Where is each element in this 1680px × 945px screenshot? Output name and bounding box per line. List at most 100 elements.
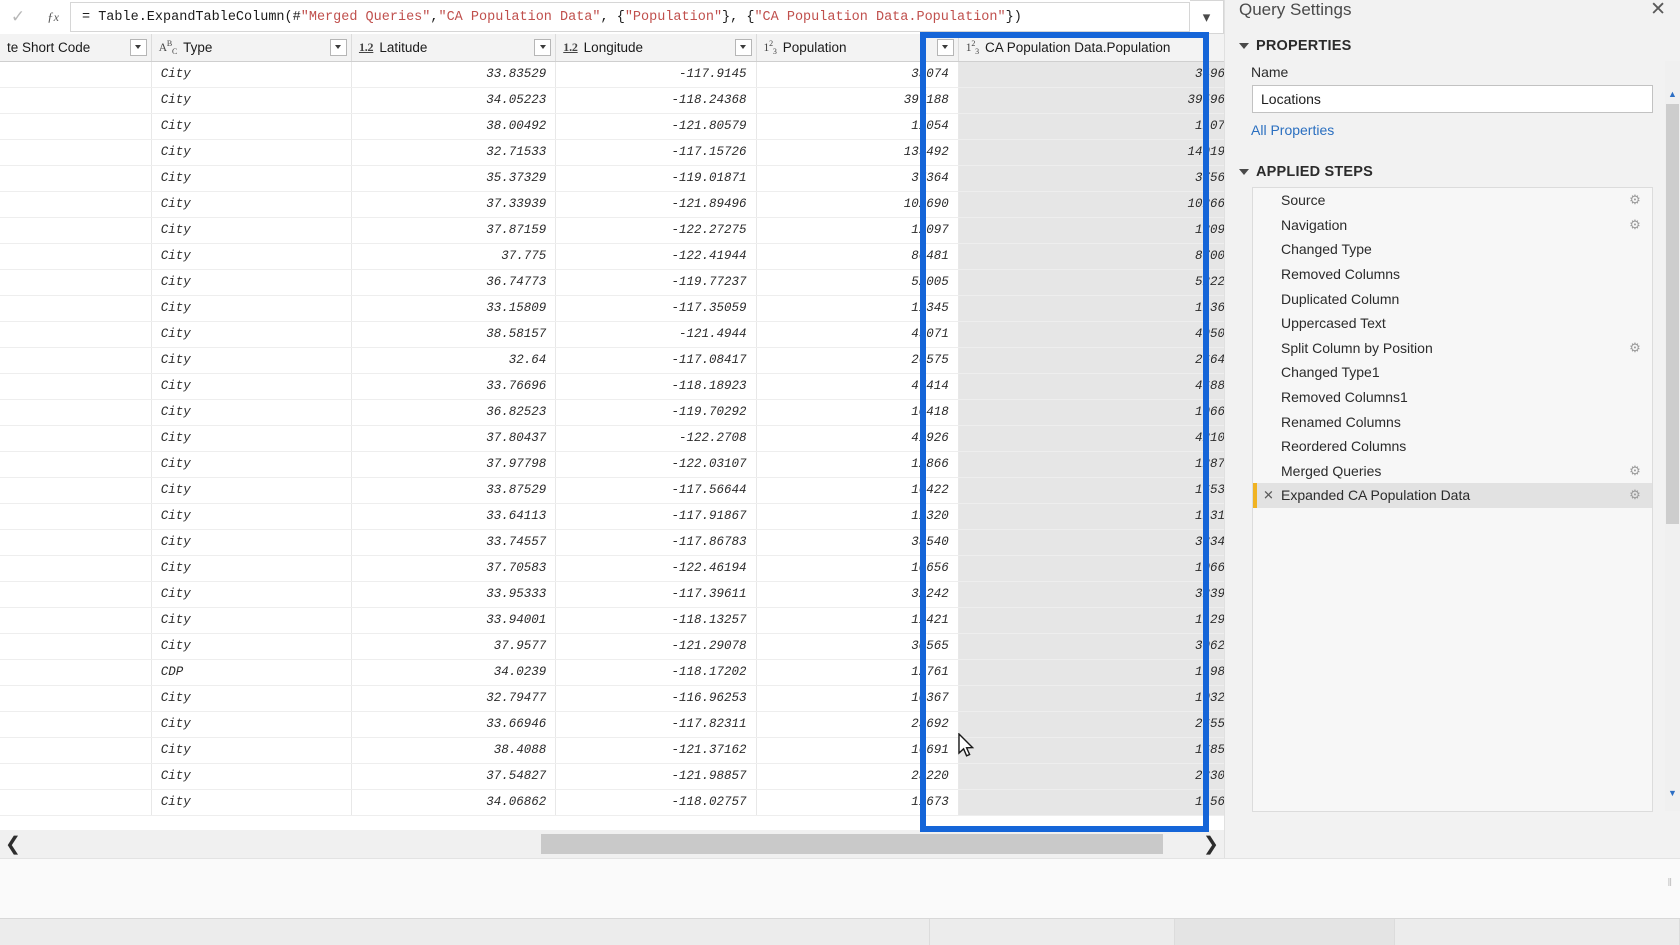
table-row[interactable]: City32.64-117.0841726575266468	[0, 347, 1224, 374]
column-header-capop[interactable]: 123 CA Population Data.Population	[958, 34, 1224, 62]
cell-pop[interactable]: 30565	[756, 633, 959, 660]
cell-pop[interactable]: 11673	[756, 789, 959, 816]
cell-type[interactable]: City	[151, 711, 352, 738]
cell-capop[interactable]: 119827	[958, 659, 1224, 686]
cell-pop[interactable]: 10367	[756, 685, 959, 712]
table-row[interactable]: City37.80437-122.270841926421042	[0, 425, 1224, 452]
cell-lat[interactable]: 33.87529	[351, 477, 557, 504]
cell-short[interactable]	[0, 711, 152, 738]
cell-lng[interactable]: -117.86783	[555, 529, 757, 556]
gear-icon[interactable]: ⚙	[1628, 488, 1642, 502]
cell-pop[interactable]: 26575	[756, 347, 959, 374]
chevron-down-icon[interactable]: ▼	[1665, 785, 1680, 801]
cell-capop[interactable]: 1026658	[958, 191, 1224, 218]
cell-type[interactable]: City	[151, 685, 352, 712]
column-filter-dropdown-icon[interactable]	[534, 38, 552, 56]
cell-pop[interactable]: 49071	[756, 321, 959, 348]
chevron-up-icon[interactable]: ▲	[1665, 86, 1680, 102]
column-header-lng[interactable]: 1.2 Longitude	[555, 34, 757, 62]
column-header-lat[interactable]: 1.2 Latitude	[351, 34, 557, 62]
vertical-scrollbar-thumb[interactable]	[1666, 104, 1679, 524]
column-header-type[interactable]: ABC Type	[151, 34, 352, 62]
cell-short[interactable]	[0, 529, 152, 556]
cell-lng[interactable]: -116.96253	[555, 685, 757, 712]
cell-capop[interactable]: 333499	[958, 529, 1224, 556]
table-row[interactable]: City38.4088-121.3716216691168503	[0, 737, 1224, 764]
cell-type[interactable]: City	[151, 399, 352, 426]
cell-lng[interactable]: -118.18923	[555, 373, 757, 400]
cell-capop[interactable]: 266468	[958, 347, 1224, 374]
cell-lat[interactable]: 32.64	[351, 347, 557, 374]
cell-capop[interactable]: 265502	[958, 711, 1224, 738]
table-row[interactable]: City33.64113-117.9186711320113198	[0, 503, 1224, 530]
column-filter-dropdown-icon[interactable]	[129, 38, 147, 56]
cell-short[interactable]	[0, 503, 152, 530]
cell-capop[interactable]: 1401932	[958, 139, 1224, 166]
table-row[interactable]: City33.94001-118.1325711421112901	[0, 607, 1224, 634]
delete-step-x-icon[interactable]: ✕	[1263, 489, 1274, 502]
cell-lat[interactable]: 33.74557	[351, 529, 557, 556]
cell-pop[interactable]: 41926	[756, 425, 959, 452]
query-name-input[interactable]: Locations	[1252, 85, 1653, 113]
cell-capop[interactable]: 115669	[958, 789, 1224, 816]
cell-capop[interactable]: 120926	[958, 217, 1224, 244]
table-row[interactable]: City37.87159-122.2727512097120926	[0, 217, 1224, 244]
cell-type[interactable]: City	[151, 503, 352, 530]
cell-pop[interactable]: 10418	[756, 399, 959, 426]
cell-pop[interactable]: 11320	[756, 503, 959, 530]
cell-pop[interactable]: 102690	[756, 191, 959, 218]
cell-type[interactable]: City	[151, 737, 352, 764]
cell-capop[interactable]: 306283	[958, 633, 1224, 660]
cell-type[interactable]: City	[151, 529, 352, 556]
cell-pop[interactable]: 11054	[756, 113, 959, 140]
cell-capop[interactable]: 113670	[958, 295, 1224, 322]
cell-short[interactable]	[0, 191, 152, 218]
chevron-down-icon[interactable]: ▾	[1190, 0, 1224, 34]
vertical-scrollbar[interactable]: ▲ ▼	[1665, 61, 1680, 811]
cell-pop[interactable]: 139492	[756, 139, 959, 166]
cell-type[interactable]: City	[151, 347, 352, 374]
cell-short[interactable]	[0, 425, 152, 452]
cell-type[interactable]: City	[151, 321, 352, 348]
cell-capop[interactable]: 128758	[958, 451, 1224, 478]
cell-short[interactable]	[0, 633, 152, 660]
formula-input[interactable]: = Table.ExpandTableColumn(# "Merged Queri…	[70, 2, 1190, 32]
cell-lat[interactable]: 36.74773	[351, 269, 557, 296]
applied-step-item[interactable]: Renamed Columns	[1253, 409, 1652, 434]
cell-short[interactable]	[0, 737, 152, 764]
cell-short[interactable]	[0, 295, 152, 322]
cell-pop[interactable]: 16691	[756, 737, 959, 764]
chevron-left-icon[interactable]: ❮	[0, 830, 26, 858]
table-row[interactable]: City33.66946-117.8231125692265502	[0, 711, 1224, 738]
applied-step-item[interactable]: Split Column by Position ⚙	[1253, 336, 1652, 361]
cell-short[interactable]	[0, 61, 152, 88]
applied-step-item[interactable]: ✕ Expanded CA Population Data ⚙	[1253, 483, 1652, 508]
cell-capop[interactable]: 165355	[958, 477, 1224, 504]
cell-lng[interactable]: -121.29078	[555, 633, 757, 660]
cell-pop[interactable]: 10656	[756, 555, 959, 582]
cell-lat[interactable]: 38.58157	[351, 321, 557, 348]
close-icon[interactable]: ✕	[1650, 0, 1666, 20]
cell-lat[interactable]: 37.9577	[351, 633, 557, 660]
applied-step-item[interactable]: Navigation ⚙	[1253, 213, 1652, 238]
cell-lat[interactable]: 33.94001	[351, 607, 557, 634]
cell-lat[interactable]: 37.54827	[351, 763, 557, 790]
cell-type[interactable]: City	[151, 451, 352, 478]
column-filter-dropdown-icon[interactable]	[936, 38, 954, 56]
cell-pop[interactable]: 12761	[756, 659, 959, 686]
cell-pop[interactable]: 33540	[756, 529, 959, 556]
cell-lng[interactable]: -118.02757	[555, 789, 757, 816]
cell-short[interactable]	[0, 399, 152, 426]
cell-pop[interactable]: 12866	[756, 451, 959, 478]
cell-short[interactable]	[0, 217, 152, 244]
checkmark-icon[interactable]: ✓	[0, 0, 36, 34]
cell-lng[interactable]: -119.70292	[555, 399, 757, 426]
table-row[interactable]: City38.58157-121.494449071495011	[0, 321, 1224, 348]
table-row[interactable]: City38.00492-121.8057911054110730	[0, 113, 1224, 140]
gear-icon[interactable]: ⚙	[1628, 340, 1642, 355]
applied-step-item[interactable]: Removed Columns	[1253, 262, 1652, 287]
table-row[interactable]: City37.97798-122.0310712866128758	[0, 451, 1224, 478]
cell-lng[interactable]: -117.56644	[555, 477, 757, 504]
cell-lat[interactable]: 32.79477	[351, 685, 557, 712]
cell-capop[interactable]: 106666	[958, 399, 1224, 426]
